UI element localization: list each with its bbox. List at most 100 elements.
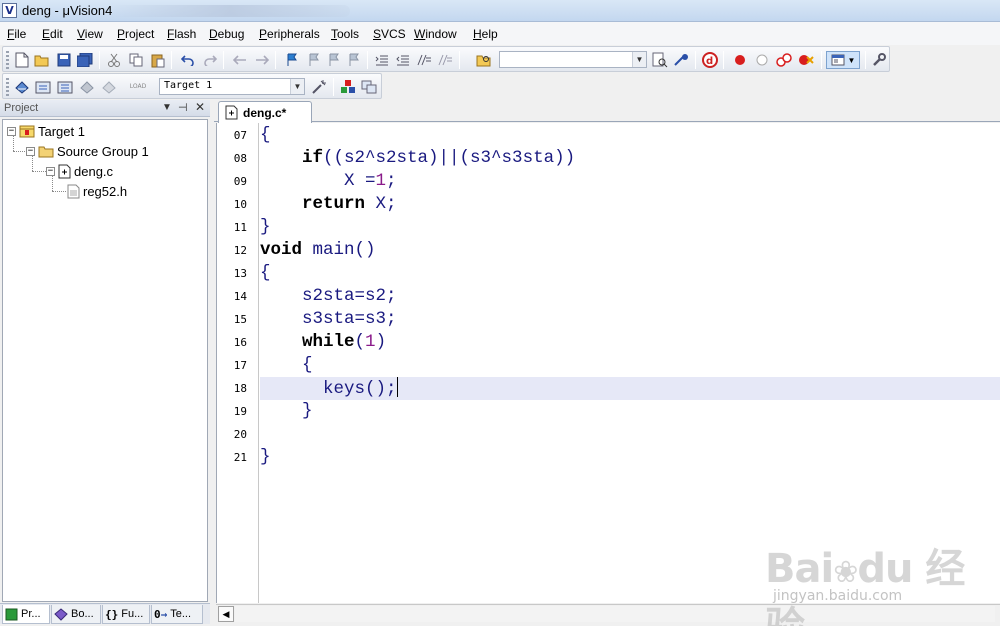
toolbar-grip[interactable]: [6, 78, 9, 96]
code-line[interactable]: return X;: [260, 193, 1000, 216]
translate-icon[interactable]: [13, 78, 31, 96]
find-in-files-icon[interactable]: [475, 51, 493, 69]
toolbar-separator: [171, 51, 172, 69]
new-file-icon[interactable]: [13, 51, 31, 69]
collapse-icon[interactable]: −: [46, 166, 55, 176]
menu-debug[interactable]: Debug: [209, 27, 244, 41]
chevron-down-icon[interactable]: ▼: [290, 79, 304, 94]
unindent-icon[interactable]: [394, 51, 412, 69]
tree-connector: [52, 191, 66, 192]
code-line[interactable]: {: [260, 262, 1000, 285]
open-file-icon[interactable]: [33, 51, 51, 69]
target-options-icon[interactable]: [310, 78, 328, 96]
menu-flash[interactable]: Flash: [167, 27, 196, 41]
tree-node-header-file[interactable]: reg52.h: [67, 182, 127, 200]
current-code-line[interactable]: keys();: [260, 377, 1000, 400]
line-number: 07: [233, 129, 247, 142]
tree-node-file-deng[interactable]: − deng.c: [46, 162, 113, 180]
configuration-wrench-icon[interactable]: [870, 51, 888, 69]
paste-icon[interactable]: [149, 51, 167, 69]
functions-icon: {}: [105, 607, 119, 621]
comment-icon[interactable]: [415, 51, 433, 69]
menu-svcs[interactable]: SVCS: [373, 27, 406, 41]
pin-icon[interactable]: ⊣: [178, 101, 188, 114]
c-file-icon: [58, 164, 71, 178]
undo-icon[interactable]: [179, 51, 197, 69]
tree-node-source-group[interactable]: − Source Group 1: [26, 142, 149, 160]
navigate-forward-icon[interactable]: [253, 51, 271, 69]
bookmark-icon[interactable]: [283, 51, 301, 69]
collapse-icon[interactable]: −: [26, 146, 35, 156]
menu-help[interactable]: Help: [473, 27, 498, 41]
build-icon[interactable]: [34, 78, 52, 96]
save-icon[interactable]: [55, 51, 73, 69]
menu-peripherals[interactable]: Peripherals: [259, 27, 320, 41]
cut-icon[interactable]: [105, 51, 123, 69]
code-line[interactable]: }: [260, 216, 1000, 239]
menu-tools[interactable]: Tools: [331, 27, 359, 41]
download-load-icon[interactable]: LOAD: [125, 78, 151, 96]
prev-bookmark-icon[interactable]: [305, 51, 323, 69]
kill-all-breakpoints-icon[interactable]: [797, 51, 815, 69]
menu-project[interactable]: Project: [117, 27, 154, 41]
menu-file[interactable]: File: [7, 27, 26, 41]
code-editor[interactable]: 07 08 09 10 11 12 13 14 15 16 17 18 19 20 21 { if((s2^…: [216, 123, 1000, 603]
toolbar-grip[interactable]: [6, 51, 9, 69]
window-layout-button[interactable]: ▼: [826, 51, 860, 69]
code-line[interactable]: {: [260, 354, 1000, 377]
folder-icon: [38, 146, 54, 158]
insert-breakpoint-icon[interactable]: [731, 51, 749, 69]
find-combo[interactable]: ▼: [499, 51, 647, 68]
line-number: 20: [233, 428, 247, 441]
clear-bookmarks-icon[interactable]: [345, 51, 363, 69]
debug-session-icon[interactable]: d: [701, 51, 719, 69]
tab-functions[interactable]: {} Fu...: [102, 605, 150, 624]
panel-menu-chevron-icon[interactable]: ▼: [162, 102, 172, 113]
manage-components-icon[interactable]: [339, 78, 357, 96]
copy-icon[interactable]: [127, 51, 145, 69]
rebuild-icon[interactable]: [56, 78, 74, 96]
scroll-left-icon[interactable]: ◀: [218, 606, 234, 622]
tab-books[interactable]: Bo...: [51, 605, 101, 624]
next-bookmark-icon[interactable]: [325, 51, 343, 69]
code-line[interactable]: {: [260, 124, 1000, 147]
menu-window[interactable]: Window: [414, 27, 457, 41]
tree-connector: [32, 171, 46, 172]
code-line[interactable]: if((s2^s2sta)||(s3^s3sta)): [260, 147, 1000, 170]
code-line[interactable]: }: [260, 446, 1000, 469]
code-line[interactable]: [260, 423, 1000, 446]
tab-project[interactable]: Pr...: [2, 605, 50, 624]
code-line[interactable]: s3sta=s3;: [260, 308, 1000, 331]
code-line[interactable]: X =1;: [260, 170, 1000, 193]
target-select[interactable]: Target 1 ▼: [159, 78, 305, 95]
horizontal-scrollbar[interactable]: ◀: [216, 604, 1000, 622]
navigate-back-icon[interactable]: [231, 51, 249, 69]
code-line[interactable]: }: [260, 400, 1000, 423]
file-extensions-icon[interactable]: [360, 78, 378, 96]
menu-view[interactable]: View: [77, 27, 103, 41]
toolbar-separator: [275, 51, 276, 69]
incremental-find-icon[interactable]: [672, 51, 690, 69]
chevron-down-icon[interactable]: ▼: [632, 52, 646, 67]
redo-icon[interactable]: [201, 51, 219, 69]
code-line[interactable]: s2sta=s2;: [260, 285, 1000, 308]
tree-node-target[interactable]: − Target 1: [7, 122, 85, 140]
menu-edit[interactable]: Edit: [42, 27, 63, 41]
disable-all-breakpoints-icon[interactable]: [775, 51, 793, 69]
enable-breakpoint-icon[interactable]: [753, 51, 771, 69]
chevron-down-icon[interactable]: ▼: [848, 56, 856, 65]
uncomment-icon[interactable]: [436, 51, 454, 69]
save-all-icon[interactable]: [76, 51, 94, 69]
editor-tab-deng-c[interactable]: deng.c*: [218, 101, 312, 123]
tab-templates[interactable]: 0→ Te...: [151, 605, 203, 624]
batch-build-icon[interactable]: [78, 78, 96, 96]
stop-build-icon[interactable]: [100, 78, 118, 96]
svg-text:d: d: [706, 56, 713, 67]
close-icon[interactable]: ✕: [195, 100, 205, 114]
code-line[interactable]: while(1): [260, 331, 1000, 354]
find-icon[interactable]: [651, 51, 669, 69]
collapse-icon[interactable]: −: [7, 126, 16, 136]
indent-icon[interactable]: [373, 51, 391, 69]
code-line[interactable]: void main(): [260, 239, 1000, 262]
scrollbar-track[interactable]: [235, 606, 995, 622]
